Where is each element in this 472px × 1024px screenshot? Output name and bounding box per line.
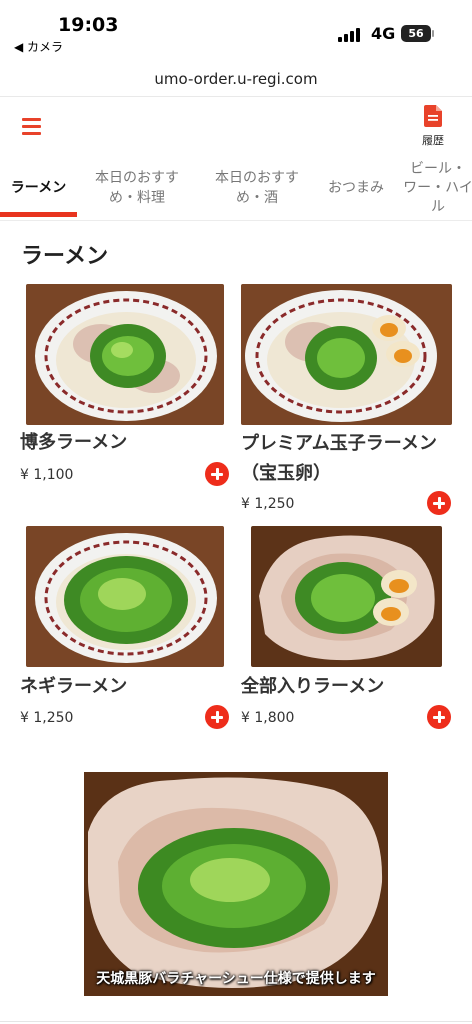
item-name[interactable]: ネギラーメン	[20, 673, 127, 701]
item-image-zenbu-iri-ramen[interactable]	[251, 526, 442, 667]
tab-todays-dishes[interactable]: 本日のおすす め・料理	[80, 158, 194, 218]
divider	[0, 1021, 472, 1022]
tab-ramen[interactable]: ラーメン	[0, 158, 77, 218]
banner-caption: 天城黒豚バラチャーシュー仕様で提供します	[96, 971, 376, 987]
battery-icon: 56	[401, 25, 434, 42]
active-tab-indicator	[0, 212, 77, 217]
status-time: 19:03	[58, 14, 119, 36]
item-price: ¥ 1,250	[20, 710, 74, 726]
back-to-camera-link[interactable]: ◀ カメラ	[14, 38, 63, 55]
item-name[interactable]: 全部入りラーメン	[241, 673, 384, 701]
hamburger-menu-icon[interactable]	[20, 114, 44, 138]
item-price: ¥ 1,250	[241, 496, 295, 512]
section-title: ラーメン	[21, 244, 109, 269]
item-price: ¥ 1,100	[20, 467, 74, 483]
item-image-negi-ramen[interactable]	[26, 526, 224, 667]
add-item-button[interactable]	[205, 462, 229, 486]
tab-beer[interactable]: ビール・ ワー・ハイ ル	[398, 158, 472, 218]
tab-todays-drinks[interactable]: 本日のおすす め・酒	[200, 158, 314, 218]
item-name[interactable]: 博多ラーメン	[20, 429, 127, 457]
item-name[interactable]: プレミアム玉子ラーメン （宝玉卵）	[241, 429, 437, 489]
promo-banner: 天城黒豚バラチャーシュー仕様で提供します	[84, 772, 388, 996]
add-item-button[interactable]	[205, 705, 229, 729]
url-bar[interactable]: umo-order.u-regi.com	[0, 62, 472, 97]
item-price: ¥ 1,800	[241, 710, 295, 726]
document-icon	[424, 105, 442, 127]
tab-snacks[interactable]: おつまみ	[318, 158, 394, 218]
add-item-button[interactable]	[427, 705, 451, 729]
add-item-button[interactable]	[427, 491, 451, 515]
network-type: 4G	[371, 24, 396, 43]
app-header: 履歴	[0, 97, 472, 157]
item-image-premium-egg-ramen[interactable]	[241, 284, 452, 425]
history-label: 履歴	[422, 134, 444, 147]
history-button[interactable]: 履歴	[413, 105, 453, 151]
status-bar: 19:03 ◀ カメラ 4G 56	[0, 0, 472, 62]
item-image-hakata-ramen[interactable]	[26, 284, 224, 425]
signal-icon	[338, 28, 360, 42]
